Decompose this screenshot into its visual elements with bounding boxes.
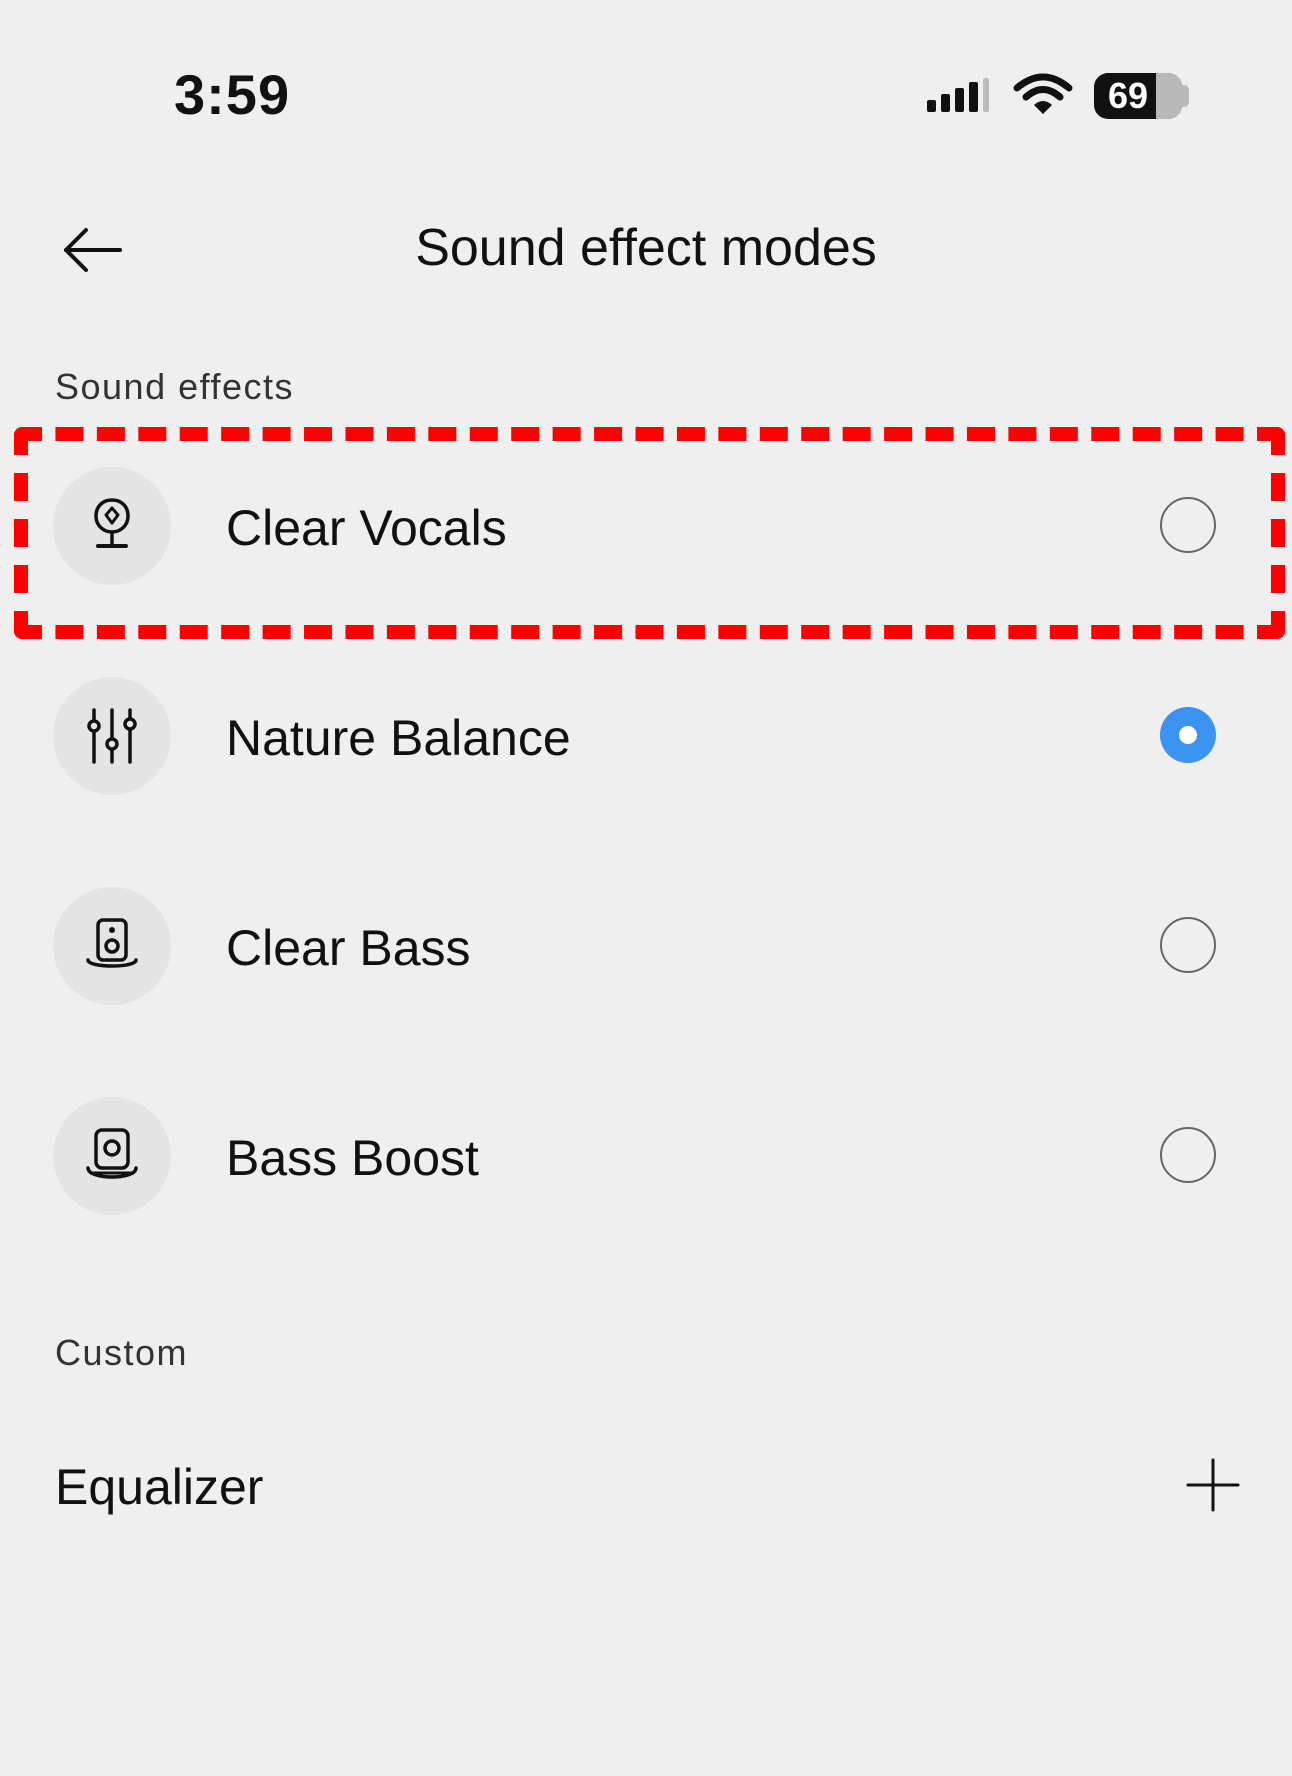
mode-row-clear-bass[interactable]: Clear Bass [0, 871, 1292, 1021]
wifi-icon [1013, 73, 1073, 114]
status-time: 3:59 [174, 63, 291, 126]
mode-icon-container [53, 677, 171, 795]
mode-row-bass-boost[interactable]: Bass Boost [0, 1081, 1292, 1231]
section-label-sound-effects: Sound effects [55, 366, 294, 407]
mode-row-nature-balance[interactable]: Nature Balance [0, 661, 1292, 811]
radio-nature-balance[interactable] [1160, 707, 1216, 763]
section-label-custom: Custom [55, 1332, 189, 1373]
microphone-icon [94, 498, 130, 548]
radio-bass-boost[interactable] [1160, 1127, 1216, 1183]
page-title: Sound effect modes [415, 219, 877, 277]
mode-label: Bass Boost [226, 1130, 479, 1186]
radio-clear-vocals[interactable] [1160, 497, 1216, 553]
equalizer-row[interactable]: Equalizer [0, 1430, 1292, 1540]
cellular-signal-icon [927, 78, 989, 112]
mode-label: Clear Bass [226, 920, 471, 976]
header: Sound effect modes [0, 190, 1292, 310]
mode-row-clear-vocals[interactable]: Clear Vocals [0, 451, 1292, 601]
mode-label: Clear Vocals [226, 500, 507, 556]
speaker-icon [86, 918, 138, 968]
mode-label: Nature Balance [226, 710, 571, 766]
radio-clear-bass[interactable] [1160, 917, 1216, 973]
battery-level: 69 [1108, 75, 1149, 116]
mode-icon-container [53, 1097, 171, 1215]
plus-icon[interactable] [1186, 1458, 1240, 1512]
mode-icon-container [53, 887, 171, 1005]
speaker-boost-icon [86, 1128, 138, 1179]
battery-indicator: 69 [1094, 73, 1182, 119]
battery-empty-portion [1156, 73, 1182, 119]
mode-icon-container [53, 467, 171, 585]
battery-nub [1182, 85, 1189, 107]
status-bar: 3:59 69 [0, 0, 1292, 190]
equalizer-sliders-icon [87, 708, 137, 764]
equalizer-label: Equalizer [55, 1459, 264, 1515]
